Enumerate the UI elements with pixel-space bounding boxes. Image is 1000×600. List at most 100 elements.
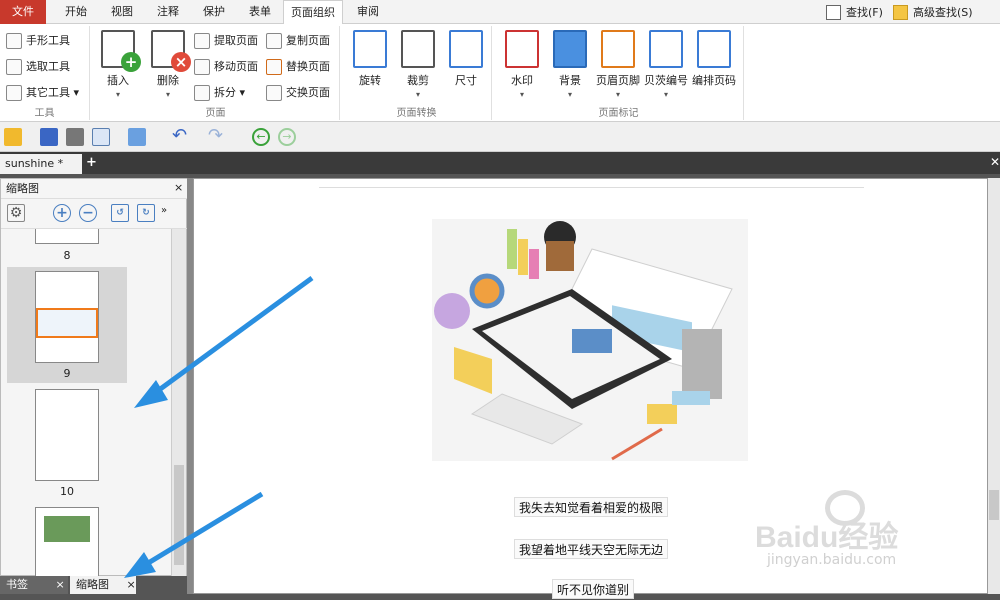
tab-review[interactable]: 审阅	[348, 0, 388, 24]
background-icon	[553, 30, 587, 68]
thumbnail-toolbar: ⚙ + − ↺ ↻ »	[1, 199, 188, 229]
resize-icon	[449, 30, 483, 68]
more-icon[interactable]: »	[161, 205, 167, 216]
redo-icon[interactable]: ↷	[208, 127, 226, 146]
search-icon	[826, 5, 841, 20]
pages-group-label: 页面	[205, 108, 226, 119]
hand-tool-button[interactable]: 手形工具	[4, 30, 70, 52]
print-icon[interactable]	[66, 128, 84, 146]
thumbnail-tab[interactable]: 缩略图 ×	[70, 576, 136, 594]
tab-home[interactable]: 开始	[56, 0, 96, 24]
advanced-search-button[interactable]: 高级查找(S)	[893, 4, 973, 22]
page-numbering-button[interactable]: 编排页码	[690, 28, 738, 100]
replace-pages-button[interactable]: 替换页面	[264, 56, 330, 78]
split-icon	[194, 85, 210, 101]
bates-icon	[649, 30, 683, 68]
extract-pages-button[interactable]: 提取页面	[192, 30, 258, 52]
pages-group: + 插入 ▾ × 删除 ▾ 提取页面 移动页面 拆分 ▾ 复制页面 替换页面 交换页…	[92, 26, 340, 120]
ribbon: 手形工具 选取工具 其它工具 ▾ 工具 + 插入 ▾ × 删除 ▾ 提取页面 移动页…	[0, 24, 1000, 122]
thumbnail-list: 8 9 10	[1, 229, 171, 577]
rotate-right-icon[interactable]: ↻	[137, 204, 155, 222]
rotate-button[interactable]: 旋转	[346, 28, 394, 100]
delete-page-button[interactable]: × 删除 ▾	[144, 28, 192, 100]
page-transform-group: 旋转 裁剪 ▾ 尺寸 页面转换	[342, 26, 492, 120]
watermark-button[interactable]: 水印 ▾	[498, 28, 546, 100]
header-footer-button[interactable]: 页眉页脚 ▾	[594, 28, 642, 100]
add-tab-button[interactable]: +	[86, 155, 97, 170]
close-icon[interactable]: ×	[174, 181, 183, 194]
scroll-thumb[interactable]	[989, 490, 999, 520]
gear-icon	[6, 85, 22, 101]
image-preview	[36, 308, 98, 338]
zoom-in-icon[interactable]: +	[53, 204, 71, 222]
thumbnail-panel: 缩略图 × ⚙ + − ↺ ↻ » 8 9 10	[0, 178, 188, 577]
select-tool-button[interactable]: 选取工具	[4, 56, 70, 78]
bates-number-button[interactable]: 贝茨编号 ▾	[642, 28, 690, 100]
extract-page-icon	[194, 33, 210, 49]
tab-comment[interactable]: 注释	[148, 0, 188, 24]
tab-protect[interactable]: 保护	[194, 0, 234, 24]
watermark-brand: Baidu经验	[755, 521, 899, 554]
forward-icon[interactable]: →	[278, 128, 296, 146]
bookmark-tab[interactable]: 书签 ×	[0, 576, 68, 594]
document-tab[interactable]: sunshine *	[0, 154, 82, 174]
text-line: 我失去知觉看着相爱的极限	[514, 497, 669, 517]
rotate-left-icon[interactable]: ↺	[111, 204, 129, 222]
illustration	[432, 219, 748, 461]
back-icon[interactable]: ←	[252, 128, 270, 146]
text-line: 听不见你道别	[552, 579, 635, 599]
header-footer-icon	[601, 30, 635, 68]
tools-group: 手形工具 选取工具 其它工具 ▾ 工具	[0, 26, 90, 120]
swap-page-icon	[266, 85, 282, 101]
page-number: 8	[63, 249, 71, 262]
tab-form[interactable]: 表单	[240, 0, 280, 24]
page-number: 10	[60, 485, 74, 498]
insert-page-icon: +	[101, 30, 141, 72]
swap-pages-button[interactable]: 交换页面	[264, 82, 330, 104]
page-thumbnail[interactable]	[35, 507, 99, 577]
tab-file[interactable]: 文件	[0, 0, 46, 24]
tools-group-label: 工具	[34, 108, 55, 119]
save-icon[interactable]	[40, 128, 58, 146]
document-scrollbar[interactable]	[988, 178, 1000, 594]
tab-organize[interactable]: 页面组织	[283, 0, 343, 25]
move-pages-button[interactable]: 移动页面	[192, 56, 258, 78]
insert-page-button[interactable]: + 插入 ▾	[94, 28, 142, 100]
page-size-button[interactable]: 尺寸	[442, 28, 490, 100]
crop-button[interactable]: 裁剪 ▾	[394, 28, 442, 100]
options-gear-icon[interactable]: ⚙	[7, 204, 25, 222]
rotate-icon	[353, 30, 387, 68]
panel-title: 缩略图	[1, 179, 188, 199]
copy-pages-button[interactable]: 复制页面	[264, 30, 330, 52]
page-top-rule	[319, 187, 864, 188]
document-tab-bar: sunshine * + ✕	[0, 152, 1000, 174]
search-button[interactable]: 查找(F)	[826, 4, 883, 22]
background-button[interactable]: 背景 ▾	[546, 28, 594, 100]
zoom-out-icon[interactable]: −	[79, 204, 97, 222]
hand-icon	[6, 33, 22, 49]
undo-icon[interactable]: ↶	[172, 127, 190, 146]
split-button[interactable]: 拆分 ▾	[192, 82, 245, 104]
close-icon[interactable]: ✕	[990, 155, 1000, 169]
cursor-text-icon	[6, 59, 22, 75]
folder-search-icon	[893, 5, 908, 20]
tab-view[interactable]: 视图	[102, 0, 142, 24]
text-line: 我望着地平线天空无际无边	[514, 539, 669, 559]
scan-icon[interactable]	[128, 128, 146, 146]
thumbnail-scrollbar[interactable]	[171, 229, 186, 577]
transform-group-label: 页面转换	[396, 108, 437, 119]
scroll-thumb[interactable]	[174, 465, 184, 565]
quick-access-toolbar: ↶ ↷ ← →	[0, 122, 1000, 152]
page-thumbnail[interactable]	[35, 271, 99, 363]
watermark-url: jingyan.baidu.com	[767, 552, 897, 568]
other-tools-button[interactable]: 其它工具 ▾	[4, 82, 79, 104]
watermark-icon	[505, 30, 539, 68]
crop-icon	[401, 30, 435, 68]
page-thumbnail[interactable]	[35, 389, 99, 481]
open-folder-icon[interactable]	[4, 128, 22, 146]
email-icon[interactable]	[92, 128, 110, 146]
replace-page-icon	[266, 59, 282, 75]
move-page-icon	[194, 59, 210, 75]
page-number-icon	[697, 30, 731, 68]
page-thumbnail[interactable]	[35, 229, 99, 244]
